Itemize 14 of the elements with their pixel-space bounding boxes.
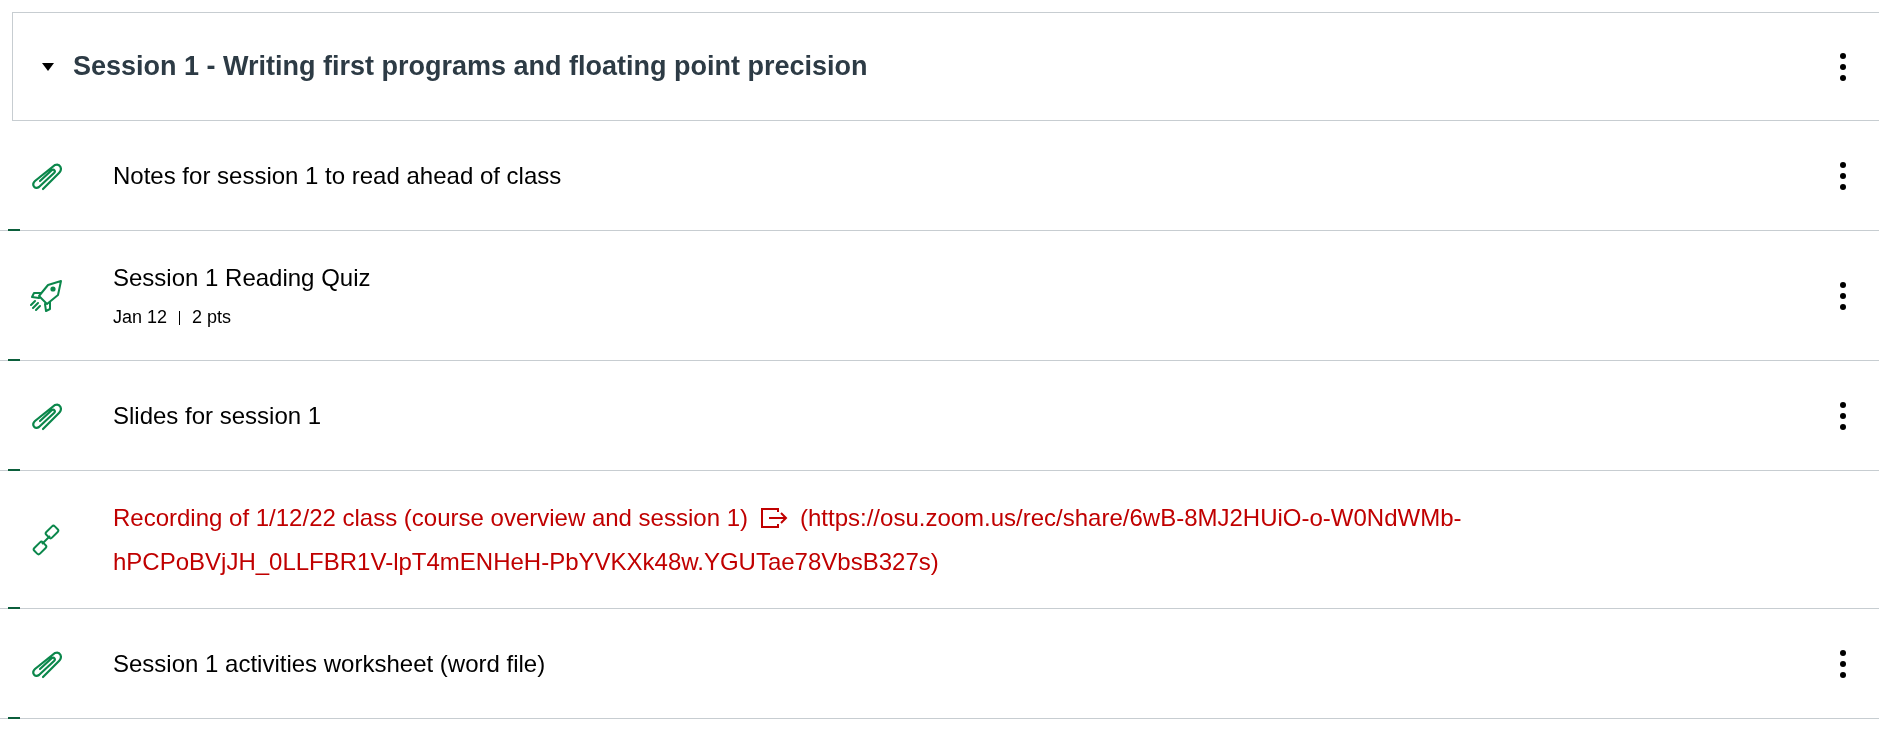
- points: 2 pts: [192, 306, 232, 329]
- item-title[interactable]: Notes for session 1 to read ahead of class: [113, 157, 1827, 194]
- item-title[interactable]: Slides for session 1: [113, 397, 1827, 434]
- item-title[interactable]: Session 1 Reading Quiz: [113, 260, 1827, 296]
- rocket-icon: [30, 278, 64, 313]
- due-date: Jan 12: [113, 306, 168, 329]
- external-link[interactable]: Recording of 1/12/22 class (course overview and session 1) (https://osu.zoom.us/rec/share/6wB-8MJ2HUiO-o-W0NdWMb- hPCPoBVjJH_0LLFBR1V-lpT4mENHeH-PbYVKXk48w.YGUTae78VbsB327s): [113, 495, 1859, 584]
- module-title: Session 1 - Writing first programs and floating point precision: [73, 50, 868, 84]
- paperclip-icon: [30, 160, 64, 191]
- item-title[interactable]: Session 1 activities worksheet (word file): [113, 645, 1827, 682]
- external-link-icon: [760, 506, 788, 529]
- chain-link-icon: [30, 523, 62, 556]
- paperclip-icon: [30, 648, 64, 679]
- paperclip-icon: [30, 400, 64, 431]
